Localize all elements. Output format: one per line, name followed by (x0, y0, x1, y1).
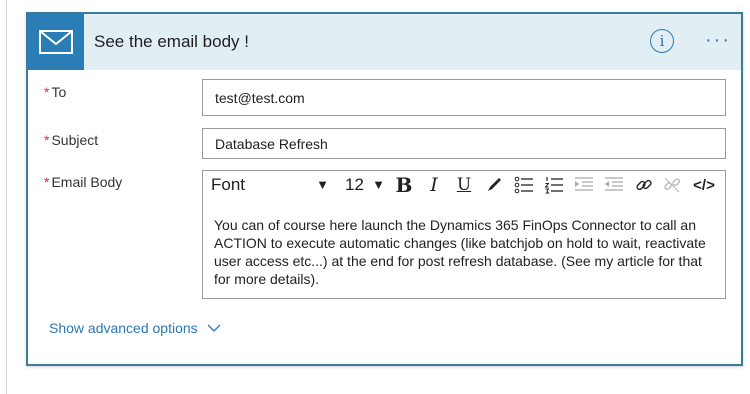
font-size-dropdown[interactable]: 12 ▼ (345, 173, 385, 197)
pen-color-icon[interactable] (483, 174, 505, 196)
link-icon[interactable] (633, 174, 655, 196)
email-body-text: You can of course here launch the Dynami… (214, 217, 706, 287)
decrease-indent-icon[interactable] (573, 174, 595, 196)
numbered-list-icon[interactable] (543, 174, 565, 196)
more-options-icon[interactable]: ··· (704, 28, 732, 52)
bulleted-list-icon[interactable] (513, 174, 535, 196)
card-header[interactable]: See the email body ! i ··· (28, 14, 741, 70)
required-mark: * (44, 132, 50, 148)
email-body-label: * Email Body (44, 174, 123, 190)
unlink-icon[interactable] (661, 174, 683, 196)
required-mark: * (44, 174, 50, 190)
italic-button[interactable]: I (423, 174, 445, 196)
left-divider (6, 0, 7, 394)
chevron-down-icon: ▼ (372, 177, 385, 192)
to-input[interactable]: test@test.com (202, 79, 726, 116)
show-advanced-options-link[interactable]: Show advanced options (49, 320, 221, 336)
email-action-card: See the email body ! i ··· * To test@test… (26, 12, 743, 366)
underline-button[interactable]: U (453, 174, 475, 196)
font-dropdown[interactable]: Font ▼ (211, 173, 329, 197)
chevron-down-icon (207, 324, 221, 333)
subject-label: * Subject (44, 132, 99, 148)
subject-input[interactable]: Database Refresh (202, 128, 726, 159)
editor-toolbar: Font ▼ 12 ▼ B I U </> (203, 171, 725, 199)
to-label: * To (44, 84, 67, 100)
required-mark: * (44, 84, 50, 100)
code-view-button[interactable]: </> (691, 174, 717, 196)
bold-button[interactable]: B (393, 173, 415, 197)
info-icon[interactable]: i (650, 29, 674, 53)
increase-indent-icon[interactable] (603, 174, 625, 196)
email-body-editor[interactable]: Font ▼ 12 ▼ B I U </> You can of course … (202, 170, 726, 299)
mail-icon (28, 14, 84, 70)
subject-value: Database Refresh (215, 136, 328, 152)
chevron-down-icon: ▼ (316, 177, 329, 192)
to-value: test@test.com (215, 90, 305, 106)
card-title: See the email body ! (94, 32, 249, 51)
